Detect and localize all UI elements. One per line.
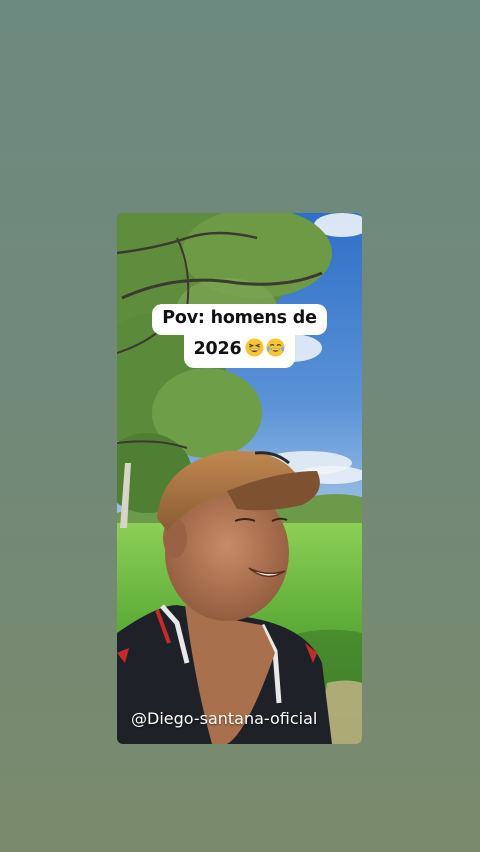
caption-year: 2026 — [193, 338, 242, 359]
caption-line-2: 2026 — [183, 332, 296, 368]
face-with-tears-of-joy-emoji-icon — [266, 337, 285, 357]
story-photo — [117, 213, 362, 744]
caption-line-1: Pov: homens de — [152, 304, 327, 335]
author-handle[interactable]: @Diego-santana-oficial — [131, 709, 317, 728]
grinning-squinting-face-emoji-icon — [245, 337, 264, 357]
story-viewer: { "story": { "caption_line1": "Pov: home… — [0, 0, 480, 852]
story-caption: Pov: homens de 2026 — [117, 304, 362, 368]
story-media-card[interactable]: Pov: homens de 2026 @Diego-santana-ofici… — [117, 213, 362, 744]
caption-emojis — [243, 337, 285, 362]
